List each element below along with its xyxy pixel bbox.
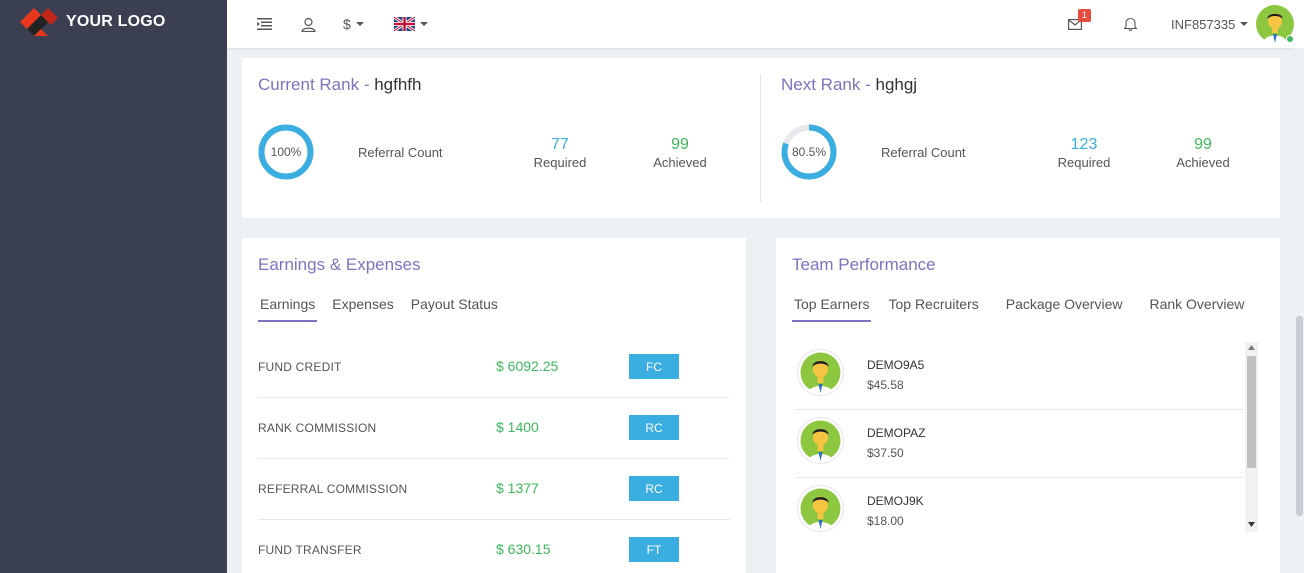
currency-label: $ bbox=[343, 16, 351, 32]
current-required-label: Required bbox=[533, 155, 587, 170]
member-amount: $45.58 bbox=[867, 378, 904, 392]
earnings-row-amount: $ 6092.25 bbox=[496, 358, 559, 374]
earnings-row-code: RC bbox=[629, 415, 679, 440]
earnings-tabs: Earnings Expenses Payout Status bbox=[258, 294, 513, 322]
profile-button[interactable] bbox=[301, 0, 316, 48]
current-rank-label: Current Rank - bbox=[258, 75, 375, 94]
list-item[interactable]: DEMOJ9K $18.00 bbox=[796, 478, 1244, 532]
chevron-down-icon bbox=[1240, 22, 1249, 26]
next-achieved-stat: 99 Achieved bbox=[1158, 136, 1248, 171]
current-achieved-label: Achieved bbox=[653, 155, 707, 170]
current-required-stat: 77 Required bbox=[515, 136, 605, 171]
current-required-value: 77 bbox=[551, 136, 569, 153]
team-title: Team Performance bbox=[792, 255, 936, 274]
user-menu-dropdown[interactable]: INF857335 bbox=[1171, 0, 1249, 48]
user-icon bbox=[301, 17, 316, 32]
tab-package-overview[interactable]: Package Overview bbox=[1004, 294, 1125, 322]
current-rank-percent: 100% bbox=[270, 145, 302, 159]
page-scroll-thumb[interactable] bbox=[1296, 316, 1303, 516]
currency-dropdown[interactable]: $ bbox=[343, 0, 364, 48]
top-earners-list[interactable]: DEMO9A5 $45.58 DEMOPAZ $37.50 DEMOJ9K $1… bbox=[796, 342, 1259, 532]
member-amount: $18.00 bbox=[867, 514, 904, 528]
menu-toggle-button[interactable] bbox=[257, 0, 272, 48]
current-rank-title: Current Rank - hgfhfh bbox=[258, 75, 421, 95]
next-required-stat: 123 Required bbox=[1039, 136, 1129, 171]
next-achieved-label: Achieved bbox=[1176, 155, 1230, 170]
current-achieved-value: 99 bbox=[671, 136, 689, 153]
team-performance-card: Team Performance Top Earners Top Recruit… bbox=[776, 238, 1280, 573]
earnings-card: Earnings & Expenses Earnings Expenses Pa… bbox=[242, 238, 746, 573]
list-item[interactable]: DEMOPAZ $37.50 bbox=[796, 410, 1244, 478]
menu-list-icon bbox=[257, 18, 272, 30]
earnings-row: FUND CREDIT $ 6092.25 FC bbox=[258, 337, 730, 398]
list-scrollbar[interactable] bbox=[1245, 342, 1258, 532]
rank-divider bbox=[760, 74, 761, 202]
logo-mark-icon bbox=[18, 6, 60, 38]
user-avatar[interactable] bbox=[1256, 0, 1294, 48]
current-rank-metric: Referral Count bbox=[358, 145, 443, 160]
earnings-row-name: RANK COMMISSION bbox=[258, 421, 377, 435]
next-rank-metric: Referral Count bbox=[881, 145, 966, 160]
tab-top-recruiters[interactable]: Top Recruiters bbox=[886, 294, 980, 322]
next-rank-percent: 80.5% bbox=[791, 145, 827, 159]
next-rank-title: Next Rank - hghgj bbox=[781, 75, 917, 95]
member-name: DEMO9A5 bbox=[867, 358, 925, 372]
earnings-row-name: FUND CREDIT bbox=[258, 360, 342, 374]
topbar: $ 1 INF857335 bbox=[227, 0, 1304, 48]
earnings-row-code: RC bbox=[629, 476, 679, 501]
tab-rank-overview[interactable]: Rank Overview bbox=[1147, 294, 1246, 322]
earnings-row-amount: $ 1377 bbox=[496, 480, 539, 496]
tab-payout-status[interactable]: Payout Status bbox=[409, 294, 500, 322]
language-dropdown[interactable] bbox=[394, 0, 428, 48]
next-required-label: Required bbox=[1057, 155, 1111, 170]
next-required-value: 123 bbox=[1070, 136, 1098, 153]
scroll-up-icon[interactable] bbox=[1248, 345, 1255, 350]
mail-button[interactable]: 1 bbox=[1068, 0, 1092, 48]
page-scrollbar[interactable] bbox=[1294, 48, 1304, 573]
earnings-row-name: REFERRAL COMMISSION bbox=[258, 482, 408, 496]
member-name: DEMOPAZ bbox=[867, 426, 926, 440]
chevron-down-icon bbox=[420, 22, 428, 26]
avatar-icon bbox=[1256, 5, 1294, 43]
earnings-row-code: FT bbox=[629, 537, 679, 562]
earnings-row-amount: $ 1400 bbox=[496, 419, 539, 435]
earnings-row-amount: $ 630.15 bbox=[496, 541, 551, 557]
list-scroll-thumb[interactable] bbox=[1247, 356, 1256, 468]
bell-icon bbox=[1124, 17, 1137, 31]
next-rank-label: Next Rank - bbox=[781, 75, 876, 94]
earnings-row: FUND TRANSFER $ 630.15 FT bbox=[258, 520, 730, 573]
rank-card: Current Rank - hgfhfh 100% Referral Coun… bbox=[242, 58, 1280, 218]
member-amount: $37.50 bbox=[867, 446, 904, 460]
sidebar: YOUR LOGO bbox=[0, 0, 227, 573]
scroll-down-icon[interactable] bbox=[1248, 522, 1255, 527]
earnings-row: RANK COMMISSION $ 1400 RC bbox=[258, 398, 730, 459]
mail-badge: 1 bbox=[1078, 9, 1092, 22]
current-achieved-stat: 99 Achieved bbox=[635, 136, 725, 171]
earnings-row-name: FUND TRANSFER bbox=[258, 543, 362, 557]
earnings-row-code: FC bbox=[629, 354, 679, 379]
next-achieved-value: 99 bbox=[1194, 136, 1212, 153]
logo-text: YOUR LOGO bbox=[66, 13, 166, 30]
list-item[interactable]: DEMO9A5 $45.58 bbox=[796, 342, 1244, 410]
notifications-button[interactable] bbox=[1124, 0, 1137, 48]
earnings-title: Earnings & Expenses bbox=[258, 255, 421, 274]
avatar-icon bbox=[798, 418, 843, 463]
chevron-down-icon bbox=[355, 22, 364, 26]
user-id: INF857335 bbox=[1171, 16, 1236, 32]
tab-expenses[interactable]: Expenses bbox=[330, 294, 395, 322]
uk-flag-icon bbox=[394, 17, 415, 31]
avatar-icon bbox=[798, 350, 843, 395]
avatar-icon bbox=[798, 486, 843, 531]
earnings-row: REFERRAL COMMISSION $ 1377 RC bbox=[258, 459, 730, 520]
member-name: DEMOJ9K bbox=[867, 494, 924, 508]
current-rank-name: hgfhfh bbox=[374, 75, 422, 94]
logo[interactable]: YOUR LOGO bbox=[18, 6, 166, 38]
next-rank-name: hghgj bbox=[875, 75, 918, 94]
team-tabs: Top Earners Top Recruiters Package Overv… bbox=[792, 294, 1259, 322]
tab-top-earners[interactable]: Top Earners bbox=[792, 294, 872, 322]
tab-earnings[interactable]: Earnings bbox=[258, 294, 318, 322]
